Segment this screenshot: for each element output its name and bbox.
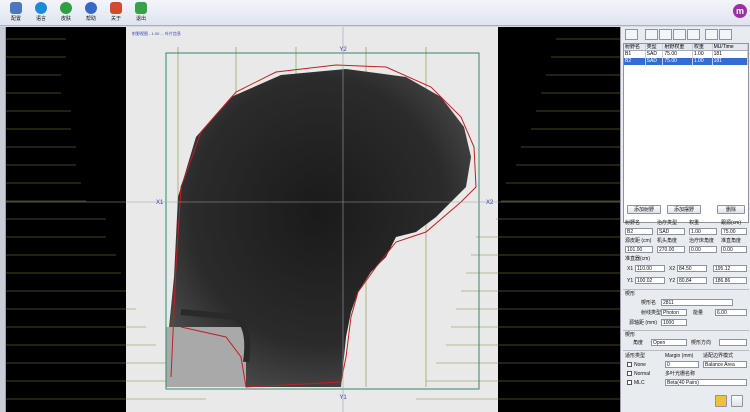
y2-jaw-label: Y2	[669, 278, 676, 284]
exit-icon	[135, 2, 147, 14]
wedge-name-label: 楔形名	[641, 300, 657, 306]
panel-tool-3[interactable]	[659, 29, 672, 40]
y1-jaw-input[interactable]: 100.02	[635, 277, 665, 284]
panel-tool-1[interactable]	[625, 29, 638, 40]
weight-input[interactable]: 1.00	[689, 228, 717, 235]
about-button[interactable]: 关于	[106, 2, 126, 24]
angle-select[interactable]: Open	[651, 339, 687, 346]
gantry-input[interactable]: 270.00	[657, 246, 685, 253]
mlc-name-label: 多叶光栅名称	[665, 371, 696, 377]
beams-eye-view[interactable]: Y2 X2 X1 Y1 射野视图 - 1.00 ... 叶片信息	[6, 27, 620, 412]
mlc-label: MLC	[634, 380, 645, 386]
beam-name-label: 射野名	[625, 220, 641, 226]
config-button[interactable]: 配置	[6, 2, 26, 24]
x2-jaw-label: X2	[669, 266, 676, 272]
section-divider-3	[623, 350, 749, 351]
panel-tool-4[interactable]	[673, 29, 686, 40]
gantry-label: 机头角度	[657, 238, 678, 244]
wedge-section-label: 楔形	[625, 291, 636, 297]
margin-mm-input[interactable]: 0	[665, 361, 699, 368]
ray-type-label: 射线类型	[641, 310, 662, 316]
main-toolbar: 配置 语言 皮肤 帮助 关于 退出 m	[0, 0, 750, 26]
none-label: None	[634, 362, 646, 368]
wedge-name-input[interactable]: 2811	[661, 299, 733, 306]
margin-input[interactable]: 1000	[661, 319, 687, 326]
panel-tool-6[interactable]	[705, 29, 718, 40]
about-icon	[110, 2, 122, 14]
add-beam-button[interactable]: 添加射野	[627, 205, 661, 214]
beam-name-input[interactable]: B2	[625, 228, 653, 235]
couch-input[interactable]: 0.00	[689, 246, 717, 253]
weight-label: 权重	[689, 220, 700, 226]
exit-button[interactable]: 退出	[131, 2, 151, 24]
beam-table-header: 射野名 类型 射野权重 权重 MU/Time	[624, 44, 748, 51]
treat-type-label: 治疗类型	[657, 220, 678, 226]
jaw-extra-input-2[interactable]: 186.86	[713, 277, 747, 284]
skin-icon	[60, 2, 72, 14]
jaw-label: 准直器(cm)	[625, 256, 650, 262]
ssd-input[interactable]: 101.00	[625, 246, 653, 253]
ray-type-select[interactable]: Photon	[661, 309, 687, 316]
normal-label: Normal	[634, 371, 651, 377]
direction-select[interactable]	[719, 339, 747, 346]
app-logo: m	[733, 4, 747, 18]
beam-panel: 射野名 类型 射野权重 权重 MU/Time B1 SAD 75.00 1.00…	[620, 27, 750, 412]
mlc-checkbox[interactable]	[627, 380, 632, 385]
margin-mm-label: Margin (mm)	[665, 353, 694, 359]
mlc-name-select[interactable]: Beta(40 Pairs)	[665, 379, 747, 386]
panel-tool-7[interactable]	[719, 29, 732, 40]
add-setup-beam-button[interactable]: 添加摆野	[667, 205, 701, 214]
fit-mode-label: 适配边界模式	[703, 353, 734, 359]
none-checkbox[interactable]	[627, 362, 632, 367]
panel-tool-2[interactable]	[645, 29, 658, 40]
apply-button[interactable]	[715, 395, 727, 407]
field-size-label: 跟源(cm)	[721, 220, 741, 226]
skin-button[interactable]: 皮肤	[56, 2, 76, 24]
panel-tool-5[interactable]	[687, 29, 700, 40]
collimator-label: 准直角度	[721, 238, 742, 244]
energy-label: 能量	[693, 310, 704, 316]
x2-label: X2	[486, 200, 494, 206]
margin-label: 源轴距 (mm)	[629, 320, 658, 326]
drr-image: Y2 X2 X1 Y1 射野视图 - 1.00 ... 叶片信息	[6, 27, 620, 412]
direction-label: 楔形方向	[691, 340, 712, 346]
field-size-input[interactable]: 75.00	[721, 228, 747, 235]
ssd-label: 源皮距 (cm)	[625, 238, 652, 244]
config-icon	[10, 2, 22, 14]
beam-table: 射野名 类型 射野权重 权重 MU/Time B1 SAD 75.00 1.00…	[623, 43, 749, 223]
x1-jaw-label: X1	[627, 266, 634, 272]
jaw-extra-input-1[interactable]: 195.12	[713, 265, 747, 272]
globe-icon	[35, 2, 47, 14]
viewer-header: 射野视图 - 1.00 ... 叶片信息	[132, 30, 181, 36]
section-divider-2	[623, 330, 749, 331]
help-button[interactable]: 帮助	[81, 2, 101, 24]
table-row[interactable]: B1 SAD 75.00 1.00 181	[624, 51, 748, 58]
angle-label: 角度	[633, 340, 644, 346]
table-row-selected[interactable]: B2 SAD 75.00 1.00 181	[624, 58, 748, 65]
language-button[interactable]: 语言	[31, 2, 51, 24]
x1-jaw-input[interactable]: 110.00	[635, 265, 665, 272]
couch-label: 治疗床角度	[689, 238, 715, 244]
y1-label: Y1	[339, 395, 347, 401]
delete-beam-button[interactable]: 删除	[717, 205, 745, 214]
normal-checkbox[interactable]	[627, 371, 632, 376]
x2-jaw-input[interactable]: 84.50	[677, 265, 707, 272]
x1-label: X1	[156, 200, 164, 206]
shape-section-label: 楔形	[625, 332, 636, 338]
y1-jaw-label: Y1	[627, 278, 634, 284]
energy-input[interactable]: 6.00	[715, 309, 747, 316]
fit-type-label: 适形类型	[625, 353, 646, 359]
y2-jaw-input[interactable]: 80.84	[677, 277, 707, 284]
save-button[interactable]	[731, 395, 743, 407]
section-divider	[623, 289, 749, 290]
treat-type-select[interactable]: SAD	[657, 228, 685, 235]
fit-mode-select[interactable]: Balance Area	[703, 361, 747, 368]
y2-label: Y2	[339, 47, 347, 53]
help-icon	[85, 2, 97, 14]
collimator-input[interactable]: 0.00	[721, 246, 747, 253]
